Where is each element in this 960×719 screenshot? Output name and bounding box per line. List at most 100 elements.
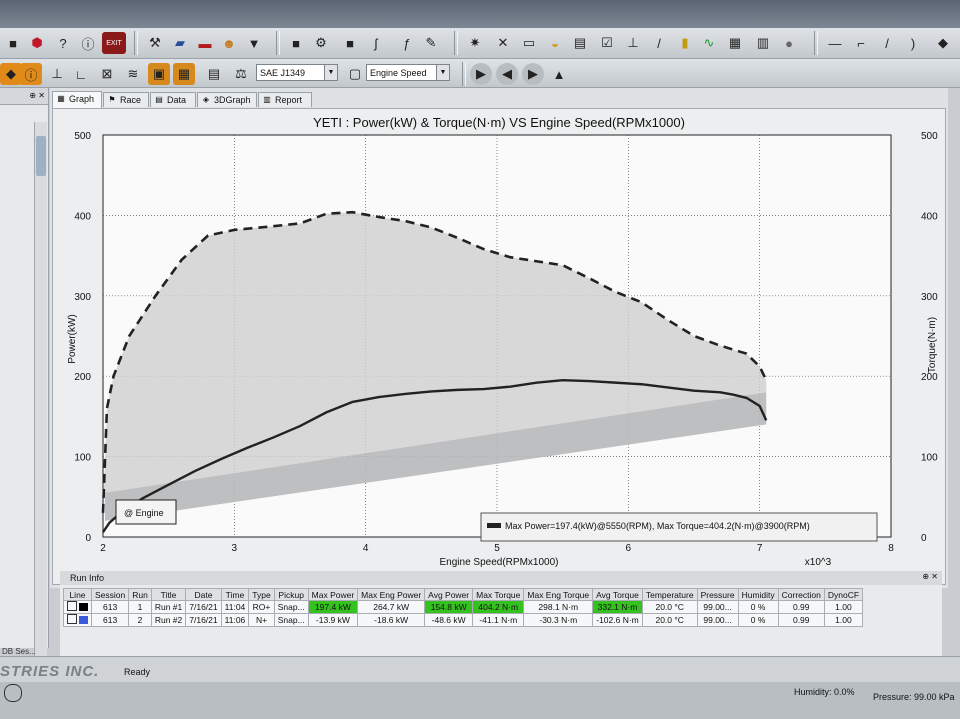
pen-icon[interactable]: ✎ [420, 32, 442, 54]
line-slope-icon[interactable]: / [876, 32, 898, 54]
pin-icon[interactable]: ⊕ ✕ [922, 572, 938, 581]
column-header[interactable]: Max Torque [472, 588, 525, 601]
forward-icon[interactable]: ▶ [522, 63, 544, 85]
wrench-icon[interactable]: ✕ [492, 32, 514, 54]
record-icon[interactable]: ■ [2, 32, 24, 54]
book-icon[interactable]: ▰ [169, 32, 191, 54]
xaxis-icon[interactable]: ▢ [344, 63, 366, 85]
function-icon[interactable]: ƒ [396, 32, 418, 54]
user-icon[interactable]: ☻ [218, 32, 240, 54]
column-header[interactable]: Avg Power [424, 588, 474, 601]
scale-icon[interactable]: ⊠ [96, 63, 118, 85]
bell-icon[interactable]: ● [778, 32, 800, 54]
black-square-icon[interactable]: ■ [339, 32, 361, 54]
dyno-icon[interactable]: ⚙ [310, 32, 332, 54]
run-info-table: Line Session Run Title Date Time Type Pickup Max… [63, 588, 864, 627]
column-header[interactable]: Time [220, 588, 250, 601]
road-icon[interactable]: ▲ [548, 63, 570, 85]
table-row[interactable]: 613 1 Run #1 7/16/21 11:04 RO+ Snap... 197.4 kW… [63, 600, 864, 614]
step-icon[interactable]: ʃ [365, 32, 387, 54]
table-row[interactable]: 613 2 Run #2 7/16/21 11:06 N+ Snap... -13.9 kW -… [63, 613, 864, 627]
main-area: ▦ Graph ⚑ Race ▤ Data ◈ 3DGraph ▥ Report YETI… [50, 88, 948, 588]
calculator-icon[interactable]: ▥ [752, 32, 774, 54]
window-icon[interactable]: ▭ [518, 32, 540, 54]
help-icon[interactable]: ? [52, 32, 74, 54]
line-swatch-cell[interactable] [63, 613, 92, 627]
table-cell: 20.0 °C [641, 613, 698, 627]
column-header[interactable]: Avg Torque [592, 588, 643, 601]
column-header[interactable]: DynoCF [823, 588, 864, 601]
ruler-icon[interactable]: ⊥ [622, 32, 644, 54]
play-icon[interactable]: ▶ [470, 63, 492, 85]
check-list-icon[interactable]: ☑ [596, 32, 618, 54]
signal-icon[interactable]: ∿ [698, 32, 720, 54]
secondary-toolbar: ◆ ⓘ ⊥ ∟ ⊠ ≋ ▣ ▦ ▤ ⚖ SAE J1349 ▼ ▢ Engine… [0, 59, 960, 88]
table-cell: 613 [90, 613, 130, 627]
x-multiplier-label: x10^3 [805, 557, 832, 568]
table-cell: 197.4 kW [307, 600, 359, 614]
line-swatch-cell[interactable] [63, 600, 92, 614]
stop-icon[interactable]: ⬢ [26, 32, 48, 54]
column-header[interactable]: Max Eng Power [357, 588, 426, 601]
grid-icon[interactable]: ▦ [173, 63, 195, 85]
doc-icon[interactable]: ▦ [724, 32, 746, 54]
orange-info-icon[interactable]: ⓘ [20, 63, 42, 85]
column-header[interactable]: Date [185, 588, 222, 601]
column-header[interactable]: Pickup [273, 588, 309, 601]
left-pane-scrollbar[interactable] [34, 122, 47, 692]
brush-icon[interactable]: / [648, 32, 670, 54]
print-icon[interactable]: ▤ [203, 63, 225, 85]
rewind-icon[interactable]: ◀ [496, 63, 518, 85]
column-header[interactable]: Title [150, 588, 187, 601]
orange-diamond-icon[interactable]: ◆ [0, 63, 22, 85]
db-session-item[interactable]: DB Ses... [2, 647, 36, 656]
line-flat-icon[interactable]: — [824, 32, 846, 54]
line-style-icon[interactable]: ≋ [122, 63, 144, 85]
checkbox[interactable] [67, 614, 77, 624]
info-icon[interactable]: ⓘ [77, 32, 99, 54]
left-pane: ⊕ ✕ [0, 88, 49, 692]
table-cell: -48.6 kW [424, 613, 474, 627]
car-icon[interactable]: ▬ [194, 32, 216, 54]
correction-standard-select[interactable]: SAE J1349 ▼ [256, 64, 338, 81]
tab-3dgraph[interactable]: ◈ 3DGraph [197, 92, 257, 107]
light-icon[interactable]: ▮ [674, 32, 696, 54]
column-header[interactable]: Line [63, 588, 92, 601]
chevron-down-icon: ▼ [324, 65, 337, 80]
graph-axis-icon[interactable]: ∟ [70, 63, 92, 85]
line-step-icon[interactable]: ⌐ [850, 32, 872, 54]
black-square-icon[interactable]: ■ [285, 32, 307, 54]
tab-data[interactable]: ▤ Data [150, 92, 196, 107]
gauge-icon[interactable]: ◒ [544, 32, 566, 54]
checkbox[interactable] [67, 601, 77, 611]
left-pane-header: ⊕ ✕ [0, 88, 48, 105]
tab-report[interactable]: ▥ Report [258, 92, 312, 107]
tab-graph[interactable]: ▦ Graph [52, 91, 102, 108]
balance-icon[interactable]: ⚖ [230, 63, 252, 85]
column-header[interactable]: Humidity [737, 588, 779, 601]
table-cell: 154.8 kW [424, 600, 474, 614]
column-header[interactable]: Max Eng Torque [523, 588, 594, 601]
legend-swatch [487, 523, 501, 528]
column-header[interactable]: Temperature [641, 588, 698, 601]
column-header[interactable]: Max Power [307, 588, 359, 601]
keyboard-icon[interactable]: ▤ [569, 32, 591, 54]
column-header[interactable]: Correction [777, 588, 825, 601]
tab-race[interactable]: ⚑ Race [103, 92, 149, 107]
filter-icon[interactable]: ▼ [243, 32, 265, 54]
column-header[interactable]: Session [90, 588, 130, 601]
xaxis-select[interactable]: Engine Speed ▼ [366, 64, 450, 81]
axis-icon[interactable]: ⊥ [46, 63, 68, 85]
settings-icon[interactable]: ✷ [464, 32, 486, 54]
column-header[interactable]: Type [248, 588, 275, 601]
shape-icon[interactable]: ◆ [932, 32, 954, 54]
y-tick-label: 500 [74, 131, 91, 142]
scrollbar-thumb[interactable] [36, 136, 46, 176]
column-header[interactable]: Run [128, 588, 152, 601]
column-header[interactable]: Pressure [696, 588, 739, 601]
tools-icon[interactable]: ⚒ [144, 32, 166, 54]
line-curve-icon[interactable]: ) [902, 32, 924, 54]
panel-icon[interactable]: ▣ [148, 63, 170, 85]
report-icon: ▥ [263, 95, 271, 104]
exit-button[interactable]: EXIT [102, 32, 126, 54]
